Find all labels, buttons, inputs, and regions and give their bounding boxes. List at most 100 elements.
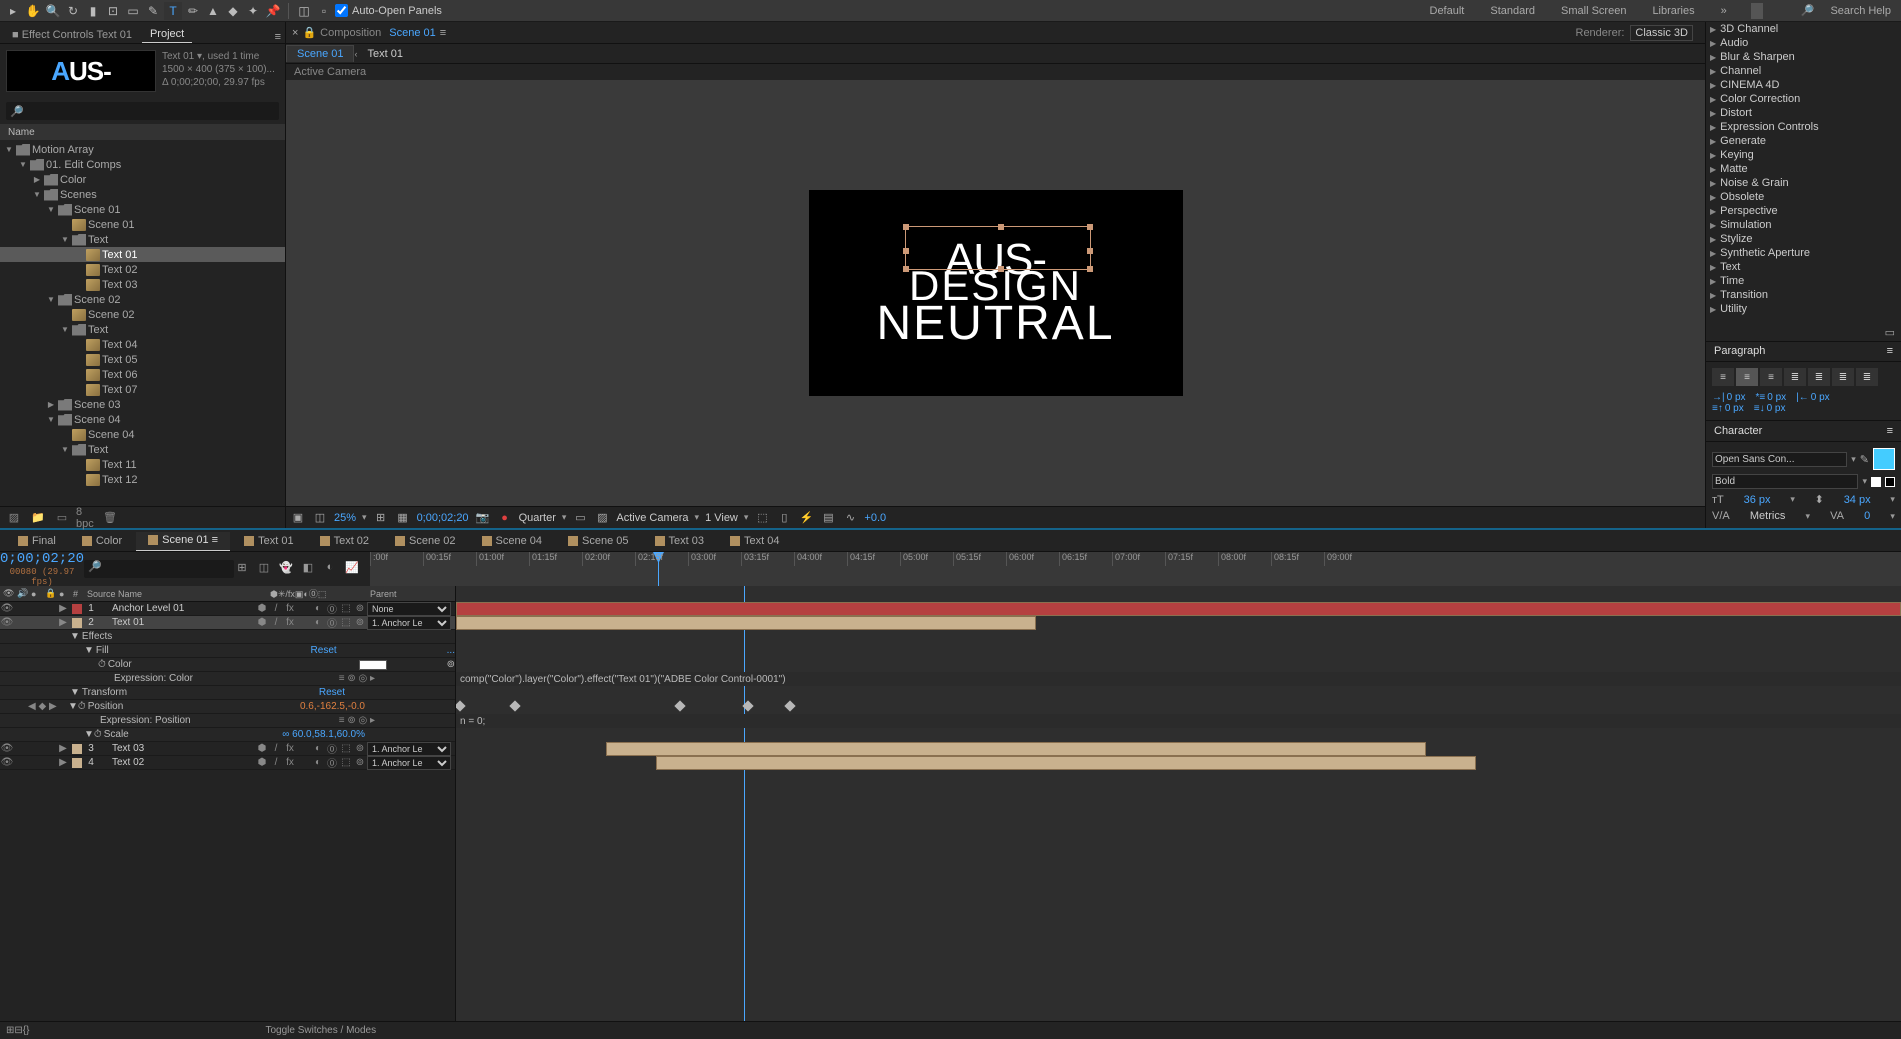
effect-category[interactable]: ▶CINEMA 4D [1706,78,1901,92]
new-folder-icon[interactable]: 📁 [28,510,48,526]
comp-row[interactable]: Text 07 [0,382,285,397]
comp-row[interactable]: Scene 01 [0,217,285,232]
effect-category[interactable]: ▶Transition [1706,288,1901,302]
selection-tool-icon[interactable]: ▸ [4,2,22,20]
project-column-header[interactable]: Name [0,124,285,140]
motion-blur-icon[interactable]: ◐ [322,561,338,577]
keyframe[interactable] [456,700,466,711]
lock-icon[interactable]: 🔒 [302,26,316,39]
graph-editor-icon[interactable]: 📈 [344,561,360,577]
cti-line[interactable] [744,586,745,1021]
folder-row[interactable]: ▼Text [0,442,285,457]
indent-right[interactable]: |← 0 px [1796,392,1830,403]
brackets-icon[interactable]: {} [23,1025,30,1036]
expression-text[interactable]: comp("Color").layer("Color").effect("Tex… [456,672,1901,686]
panel-menu-icon[interactable]: ≡ [440,27,446,39]
timeline-tab[interactable]: Scene 05 [556,533,640,551]
effect-category[interactable]: ▶Matte [1706,162,1901,176]
font-weight-dropdown[interactable]: Bold [1712,474,1858,489]
property-row[interactable]: ▼FillReset... [0,644,455,658]
draft3d-icon[interactable]: ◫ [256,561,272,577]
pixel-aspect-icon[interactable]: ▯ [776,511,792,524]
effect-category[interactable]: ▶3D Channel [1706,22,1901,36]
align-center-icon[interactable]: ≡ [1736,368,1758,386]
effect-category[interactable]: ▶Perspective [1706,204,1901,218]
color-swatch[interactable] [359,660,387,670]
project-tree[interactable]: ▼Motion Array▼01. Edit Comps▶Color▼Scene… [0,140,285,506]
video-toggle[interactable]: 👁 [0,617,14,628]
effect-category[interactable]: ▶Generate [1706,134,1901,148]
panel-menu-icon[interactable]: ≡ [275,31,281,43]
interpret-footage-icon[interactable]: ▨ [4,510,24,526]
label-color[interactable] [72,758,82,768]
effect-category[interactable]: ▶Noise & Grain [1706,176,1901,190]
comp-row[interactable]: Text 03 [0,277,285,292]
view-dropdown[interactable]: Active Camera [616,512,688,524]
timeline-tab[interactable]: Text 03 [643,533,716,551]
reset-link[interactable]: Reset [311,645,337,656]
hand-tool-icon[interactable]: ✋ [24,2,42,20]
align-right-icon[interactable]: ≡ [1760,368,1782,386]
nviews-dropdown[interactable]: 1 View [705,512,738,524]
layer-bar[interactable] [656,756,1476,770]
tab-effect-controls[interactable]: ■ Effect Controls Text 01 [4,27,140,43]
timeline-tab[interactable]: Scene 01 ≡ [136,532,230,551]
camera-tool-icon[interactable]: ▮ [84,2,102,20]
folder-row[interactable]: ▼Text [0,232,285,247]
brush-tool-icon[interactable]: ✏ [184,2,202,20]
quality-dropdown[interactable]: Quarter [519,512,556,524]
pen-tool-icon[interactable]: ✎ [144,2,162,20]
effect-category[interactable]: ▶Synthetic Aperture [1706,246,1901,260]
project-search-input[interactable]: 🔎 [6,102,279,120]
layer-row[interactable]: 👁▶3Text 03⬢/fx◐⓪⬚⊚1. Anchor Le [0,742,455,756]
effect-category[interactable]: ▶Color Correction [1706,92,1901,106]
effect-category[interactable]: ▶Obsolete [1706,190,1901,204]
zoom-dropdown[interactable]: 25% [334,512,356,524]
parent-dropdown[interactable]: None [367,602,451,616]
property-row[interactable]: ▼Effects [0,630,455,644]
tracking-field[interactable]: 0 [1864,510,1870,522]
frame-blend-icon[interactable]: ◧ [300,561,316,577]
label-color[interactable] [72,744,82,754]
bpc-toggle[interactable]: 8 bpc [76,510,96,526]
property-row[interactable]: Expression: Color≡ ⊚ ◎ ▸ [0,672,455,686]
folder-row[interactable]: ▼Scene 01 [0,202,285,217]
indent-first[interactable]: *≡ 0 px [1756,392,1787,403]
effect-category[interactable]: ▶Utility [1706,302,1901,316]
res-icon[interactable]: ⊞ [373,511,389,524]
effect-category[interactable]: ▶Audio [1706,36,1901,50]
video-toggle[interactable]: 👁 [0,743,14,754]
workspace-more-icon[interactable]: » [1715,3,1733,19]
folder-row[interactable]: ▼01. Edit Comps [0,157,285,172]
label-color[interactable] [72,604,82,614]
folder-row[interactable]: ▼Text [0,322,285,337]
timeline-search-input[interactable]: 🔎 [84,560,234,578]
parent-dropdown[interactable]: 1. Anchor Le [367,742,451,756]
timeline-tab[interactable]: Scene 02 [383,533,467,551]
timeline-tab[interactable]: Scene 04 [470,533,554,551]
timeline-tab[interactable]: Text 02 [308,533,381,551]
fill-color-swatch[interactable] [1873,448,1895,470]
subtab-text[interactable]: Text 01 [357,46,412,62]
roto-tool-icon[interactable]: ✦ [244,2,262,20]
layer-bar[interactable] [606,742,1426,756]
justify-all-icon[interactable]: ≣ [1856,368,1878,386]
tab-project[interactable]: Project [142,26,192,43]
rotate-tool-icon[interactable]: ↻ [64,2,82,20]
parent-dropdown[interactable]: 1. Anchor Le [367,756,451,770]
expression-controls[interactable]: ≡ ⊚ ◎ ▸ [339,715,375,726]
comp-row[interactable]: Scene 04 [0,427,285,442]
eyedropper-icon[interactable]: ✎ [1860,453,1869,466]
leading-field[interactable]: 34 px [1844,494,1871,506]
workspace-small-screen[interactable]: Small Screen [1555,3,1632,19]
stopwatch-icon[interactable]: ⏱ [98,659,106,670]
grid-icon[interactable]: ▦ [395,511,411,524]
reset-link[interactable]: Reset [319,687,345,698]
property-row[interactable]: ⏱ Color⊚ [0,658,455,672]
region-icon[interactable]: ▭ [572,511,588,524]
timeline-icon[interactable]: ▤ [820,511,836,524]
renderer-dropdown[interactable]: Classic 3D [1630,25,1693,41]
parent-pickwhip-icon[interactable]: ⊚ [353,603,367,614]
layer-bar[interactable] [456,602,1901,616]
property-value[interactable]: 0.6,-162.5,-0.0 [300,701,365,712]
